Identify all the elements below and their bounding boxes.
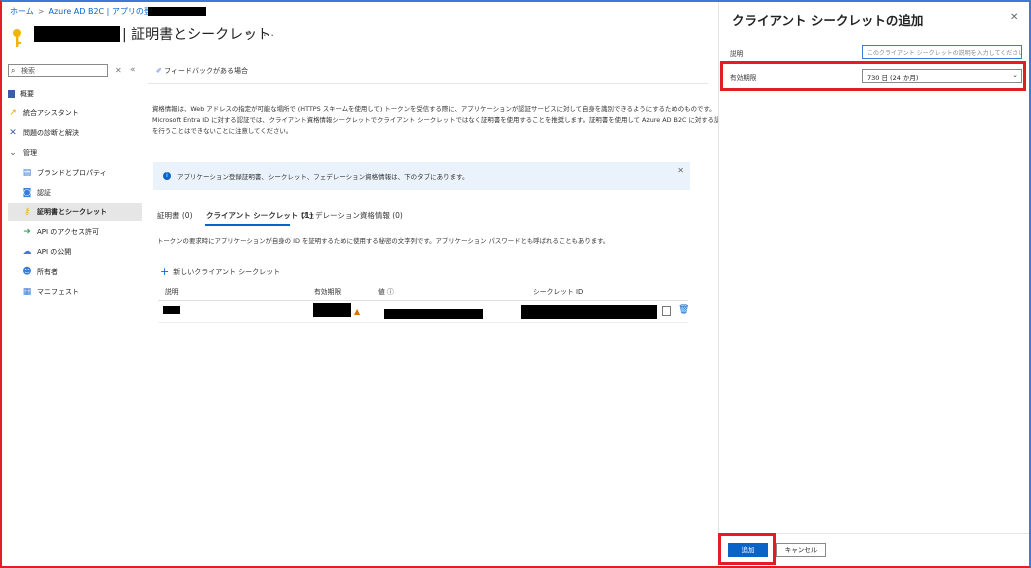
tab-certificates[interactable]: 証明書 (0) [157, 210, 193, 221]
close-icon[interactable]: ✕ [677, 166, 684, 175]
panel-title: クライアント シークレットの追加 [732, 13, 924, 28]
redacted-description [163, 306, 180, 314]
column-header-expires: 有効期限 [314, 288, 342, 296]
wrench-icon: ✕ [9, 128, 17, 138]
info-icon: i [163, 172, 171, 180]
pin-icon[interactable]: ⌖ [246, 28, 252, 39]
warning-icon: ▲ [354, 307, 361, 316]
redacted-secret-id [521, 305, 657, 319]
branding-icon: ▤ [22, 168, 32, 178]
description-input[interactable]: このクライアント シークレットの説明を入力してください [862, 45, 1022, 59]
more-icon[interactable]: … [263, 26, 274, 39]
sidebar-item-api-permissions[interactable]: ➜ API のアクセス許可 [22, 223, 142, 241]
manifest-icon: ▦ [22, 287, 32, 297]
sidebar-item-expose-api[interactable]: ☁ API の公開 [22, 243, 142, 261]
column-header-value: 値 ⓘ [378, 288, 394, 296]
new-client-secret-button[interactable]: + 新しいクライアント シークレット [160, 265, 280, 278]
expiry-label: 有効期限 [730, 74, 757, 82]
key-icon [13, 29, 21, 47]
auth-icon: ◙ [22, 188, 32, 198]
redacted-app-name [34, 26, 120, 42]
permission-icon: ➜ [23, 227, 31, 237]
close-icon[interactable]: ✕ [1010, 12, 1018, 23]
sidebar-item-certificates-secrets[interactable]: ⚷ 証明書とシークレット [8, 203, 142, 221]
collapse-icon[interactable]: « [130, 65, 136, 75]
chevron-down-icon: ⌄ [1012, 71, 1018, 79]
sidebar-item-diagnose[interactable]: ✕ 問題の診断と解決 [8, 124, 142, 142]
feedback-link[interactable]: ✐ フィードバックがある場合 [156, 66, 248, 76]
feedback-icon: ✐ [156, 67, 162, 75]
sidebar-search-input[interactable]: ⌕ 検索 [8, 64, 108, 77]
sidebar-item-authentication[interactable]: ◙ 認証 [22, 184, 142, 202]
sidebar-item-owners[interactable]: ☻ 所有者 [22, 263, 142, 281]
clear-icon[interactable]: ✕ [115, 66, 122, 75]
key-icon: ⚷ [23, 207, 31, 217]
info-banner: i アプリケーション登録証明書、シークレット、フェデレーション資格情報は、下のタ… [153, 162, 690, 190]
sidebar-group-manage[interactable]: ⌄ 管理 [8, 144, 142, 162]
column-header-description: 説明 [165, 288, 179, 296]
column-header-secret-id: シークレット ID [533, 288, 584, 296]
tab-description: トークンの要求時にアプリケーションが自身の ID を証明するために使用する秘密の… [157, 237, 610, 245]
description-label: 説明 [730, 50, 744, 58]
redacted-breadcrumb-app [148, 7, 206, 16]
delete-icon[interactable]: 🗑 [678, 305, 689, 315]
sidebar-item-overview[interactable]: 概要 [8, 85, 142, 103]
expiry-select[interactable]: 730 日 (24 か月) ⌄ [862, 69, 1022, 83]
redacted-value [384, 309, 483, 319]
add-button[interactable]: 追加 [728, 543, 768, 557]
chevron-down-icon: ⌄ [9, 148, 17, 158]
divider [148, 83, 708, 84]
active-tab-indicator [205, 224, 290, 226]
search-icon: ⌕ [11, 66, 16, 75]
copy-icon[interactable] [662, 306, 671, 316]
breadcrumb-home[interactable]: ホーム [10, 7, 34, 16]
rocket-icon: ↗ [9, 108, 17, 118]
sidebar-item-integration-assistant[interactable]: ↗ 統合アシスタント [8, 104, 142, 122]
owners-icon: ☻ [22, 267, 32, 277]
cancel-button[interactable]: キャンセル [776, 543, 826, 557]
sidebar-item-branding[interactable]: ▤ ブランドとプロパティ [22, 164, 142, 182]
info-circle-icon: ⓘ [386, 288, 394, 296]
cloud-icon: ☁ [22, 247, 32, 257]
row-divider [158, 322, 688, 323]
sidebar-item-manifest[interactable]: ▦ マニフェスト [22, 283, 142, 301]
table-header-divider [158, 300, 688, 301]
breadcrumb-tenant[interactable]: Azure AD B2C | アプリの登録 [48, 7, 159, 16]
tab-federated-credentials[interactable]: フェデレーション資格情報 (0) [300, 210, 403, 221]
tab-client-secrets[interactable]: クライアント シークレット (1) [206, 210, 313, 221]
overview-icon [8, 90, 15, 98]
credentials-description: 資格情報は、Web アドレスの指定が可能な場所で (HTTPS スキームを使用し… [152, 105, 727, 135]
redacted-expires [313, 303, 351, 317]
plus-icon: + [160, 265, 170, 278]
